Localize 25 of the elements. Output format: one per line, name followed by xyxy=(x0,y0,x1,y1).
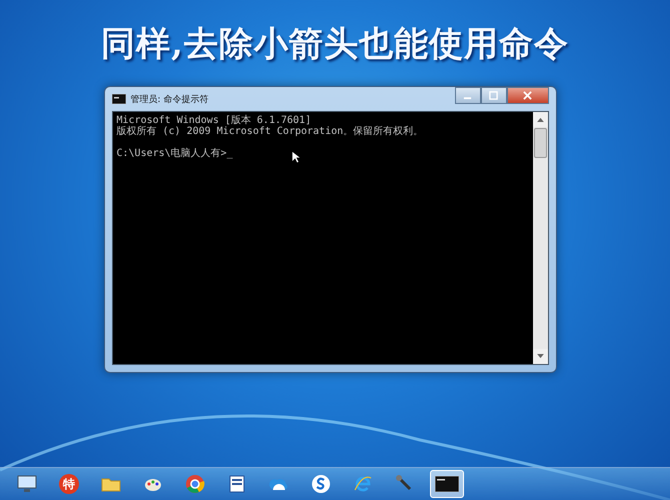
maximize-button[interactable] xyxy=(480,87,506,104)
letter-e-icon xyxy=(353,474,373,494)
document-icon xyxy=(227,474,247,494)
close-icon xyxy=(523,91,532,100)
close-button[interactable] xyxy=(506,87,548,104)
console-icon xyxy=(112,94,126,104)
browser-icon xyxy=(185,474,205,494)
console-line: 版权所有 (c) 2009 Microsoft Corporation。保留所有权利。 xyxy=(116,126,424,137)
command-prompt: C:\Users\电脑人人有>_ xyxy=(116,148,233,159)
taskbar-button[interactable]: 特 xyxy=(52,470,86,498)
maximize-icon xyxy=(489,91,498,100)
video-caption: 同样,去除小箭头也能使用命令 xyxy=(101,23,569,66)
letter-s-icon xyxy=(311,474,331,494)
monitor-icon xyxy=(17,474,37,494)
mouse-pointer-icon xyxy=(290,150,300,164)
scrollbar-thumb[interactable] xyxy=(534,128,546,158)
console-line: Microsoft Windows [版本 6.1.7601] xyxy=(116,115,312,126)
minimize-button[interactable] xyxy=(454,87,480,104)
down-arrow-icon xyxy=(536,354,544,359)
taskbar-button[interactable] xyxy=(430,470,464,498)
vertical-scrollbar[interactable] xyxy=(532,112,548,364)
up-arrow-icon xyxy=(536,117,544,122)
console-icon xyxy=(435,476,459,492)
window-title: 管理员: 命令提示符 xyxy=(130,94,208,106)
app-badge-icon: 特 xyxy=(59,474,79,494)
